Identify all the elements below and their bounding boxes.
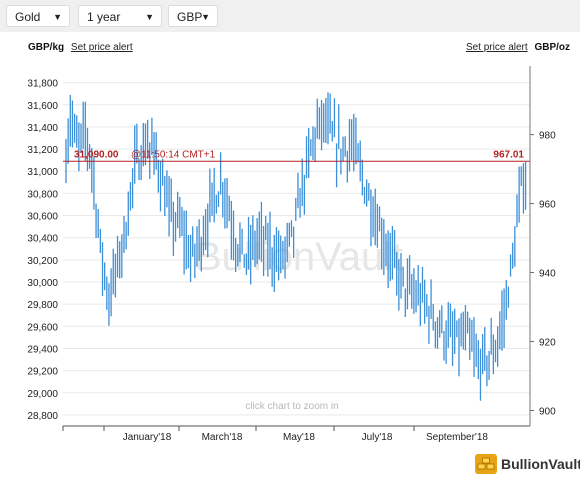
left-unit-label: GBP/kg [28, 42, 65, 53]
y-tick-label-left: 29,000 [27, 389, 58, 400]
period-select-value: 1 year [87, 10, 121, 24]
x-tick-label: March'18 [202, 432, 243, 443]
y-tick-label-left: 31,200 [27, 145, 58, 156]
y-tick-label-right: 900 [539, 406, 556, 417]
metal-select[interactable]: Gold ▼ [6, 5, 70, 27]
chart-watermark: BullionVault [195, 235, 403, 279]
right-unit-label: GBP/oz [534, 42, 570, 53]
x-tick-label: September'18 [426, 432, 488, 443]
y-tick-label-left: 30,800 [27, 189, 58, 200]
y-tick-label-left: 30,000 [27, 278, 58, 289]
y-tick-label-left: 31,800 [27, 79, 58, 90]
y-tick-label-left: 31,600 [27, 101, 58, 112]
y-tick-label-left: 30,200 [27, 256, 58, 267]
last-price-label-right: 967.01 [493, 149, 524, 160]
y-tick-label-right: 920 [539, 338, 556, 349]
brand-logo[interactable]: BullionVault [475, 452, 580, 476]
y-tick-label-left: 30,400 [27, 234, 58, 245]
y-tick-label-left: 29,800 [27, 300, 58, 311]
price-chart[interactable]: BullionVault 31,090.00 @11:50:14 CMT+1 967… [0, 58, 580, 448]
y-tick-label-left: 31,400 [27, 123, 58, 134]
currency-select-value: GBP [177, 10, 203, 24]
y-tick-label-right: 940 [539, 269, 556, 280]
gold-bars-icon [475, 454, 497, 474]
y-tick-label-left: 30,600 [27, 212, 58, 223]
last-price-label-left: 31,090.00 [74, 149, 119, 160]
left-axis-header: GBP/kg Set price alert [28, 42, 133, 53]
y-tick-label-left: 29,400 [27, 344, 58, 355]
chevron-down-icon: ▼ [53, 12, 62, 22]
zoom-hint: click chart to zoom in [245, 401, 338, 412]
y-tick-label-left: 29,600 [27, 322, 58, 333]
chevron-down-icon: ▼ [201, 12, 210, 22]
left-price-alert-link[interactable]: Set price alert [71, 42, 133, 53]
x-tick-label: May'18 [283, 432, 315, 443]
right-axis-header: Set price alert GBP/oz [466, 42, 570, 53]
y-tick-label-right: 980 [539, 131, 556, 142]
y-tick-label-left: 28,800 [27, 411, 58, 422]
y-tick-label-left: 31,000 [27, 167, 58, 178]
last-price-time-label: @11:50:14 CMT+1 [131, 149, 216, 160]
y-tick-label-left: 29,200 [27, 367, 58, 378]
y-tick-label-right: 960 [539, 200, 556, 211]
toolbar: Gold ▼ 1 year ▼ GBP ▼ [0, 0, 580, 32]
right-price-alert-link[interactable]: Set price alert [466, 42, 528, 53]
period-select[interactable]: 1 year ▼ [78, 5, 162, 27]
chevron-down-icon: ▼ [145, 12, 154, 22]
x-tick-label: July'18 [362, 432, 393, 443]
currency-select[interactable]: GBP ▼ [168, 5, 218, 27]
metal-select-value: Gold [15, 10, 41, 24]
x-tick-label: January'18 [123, 432, 172, 443]
brand-name: BullionVault [501, 456, 580, 472]
